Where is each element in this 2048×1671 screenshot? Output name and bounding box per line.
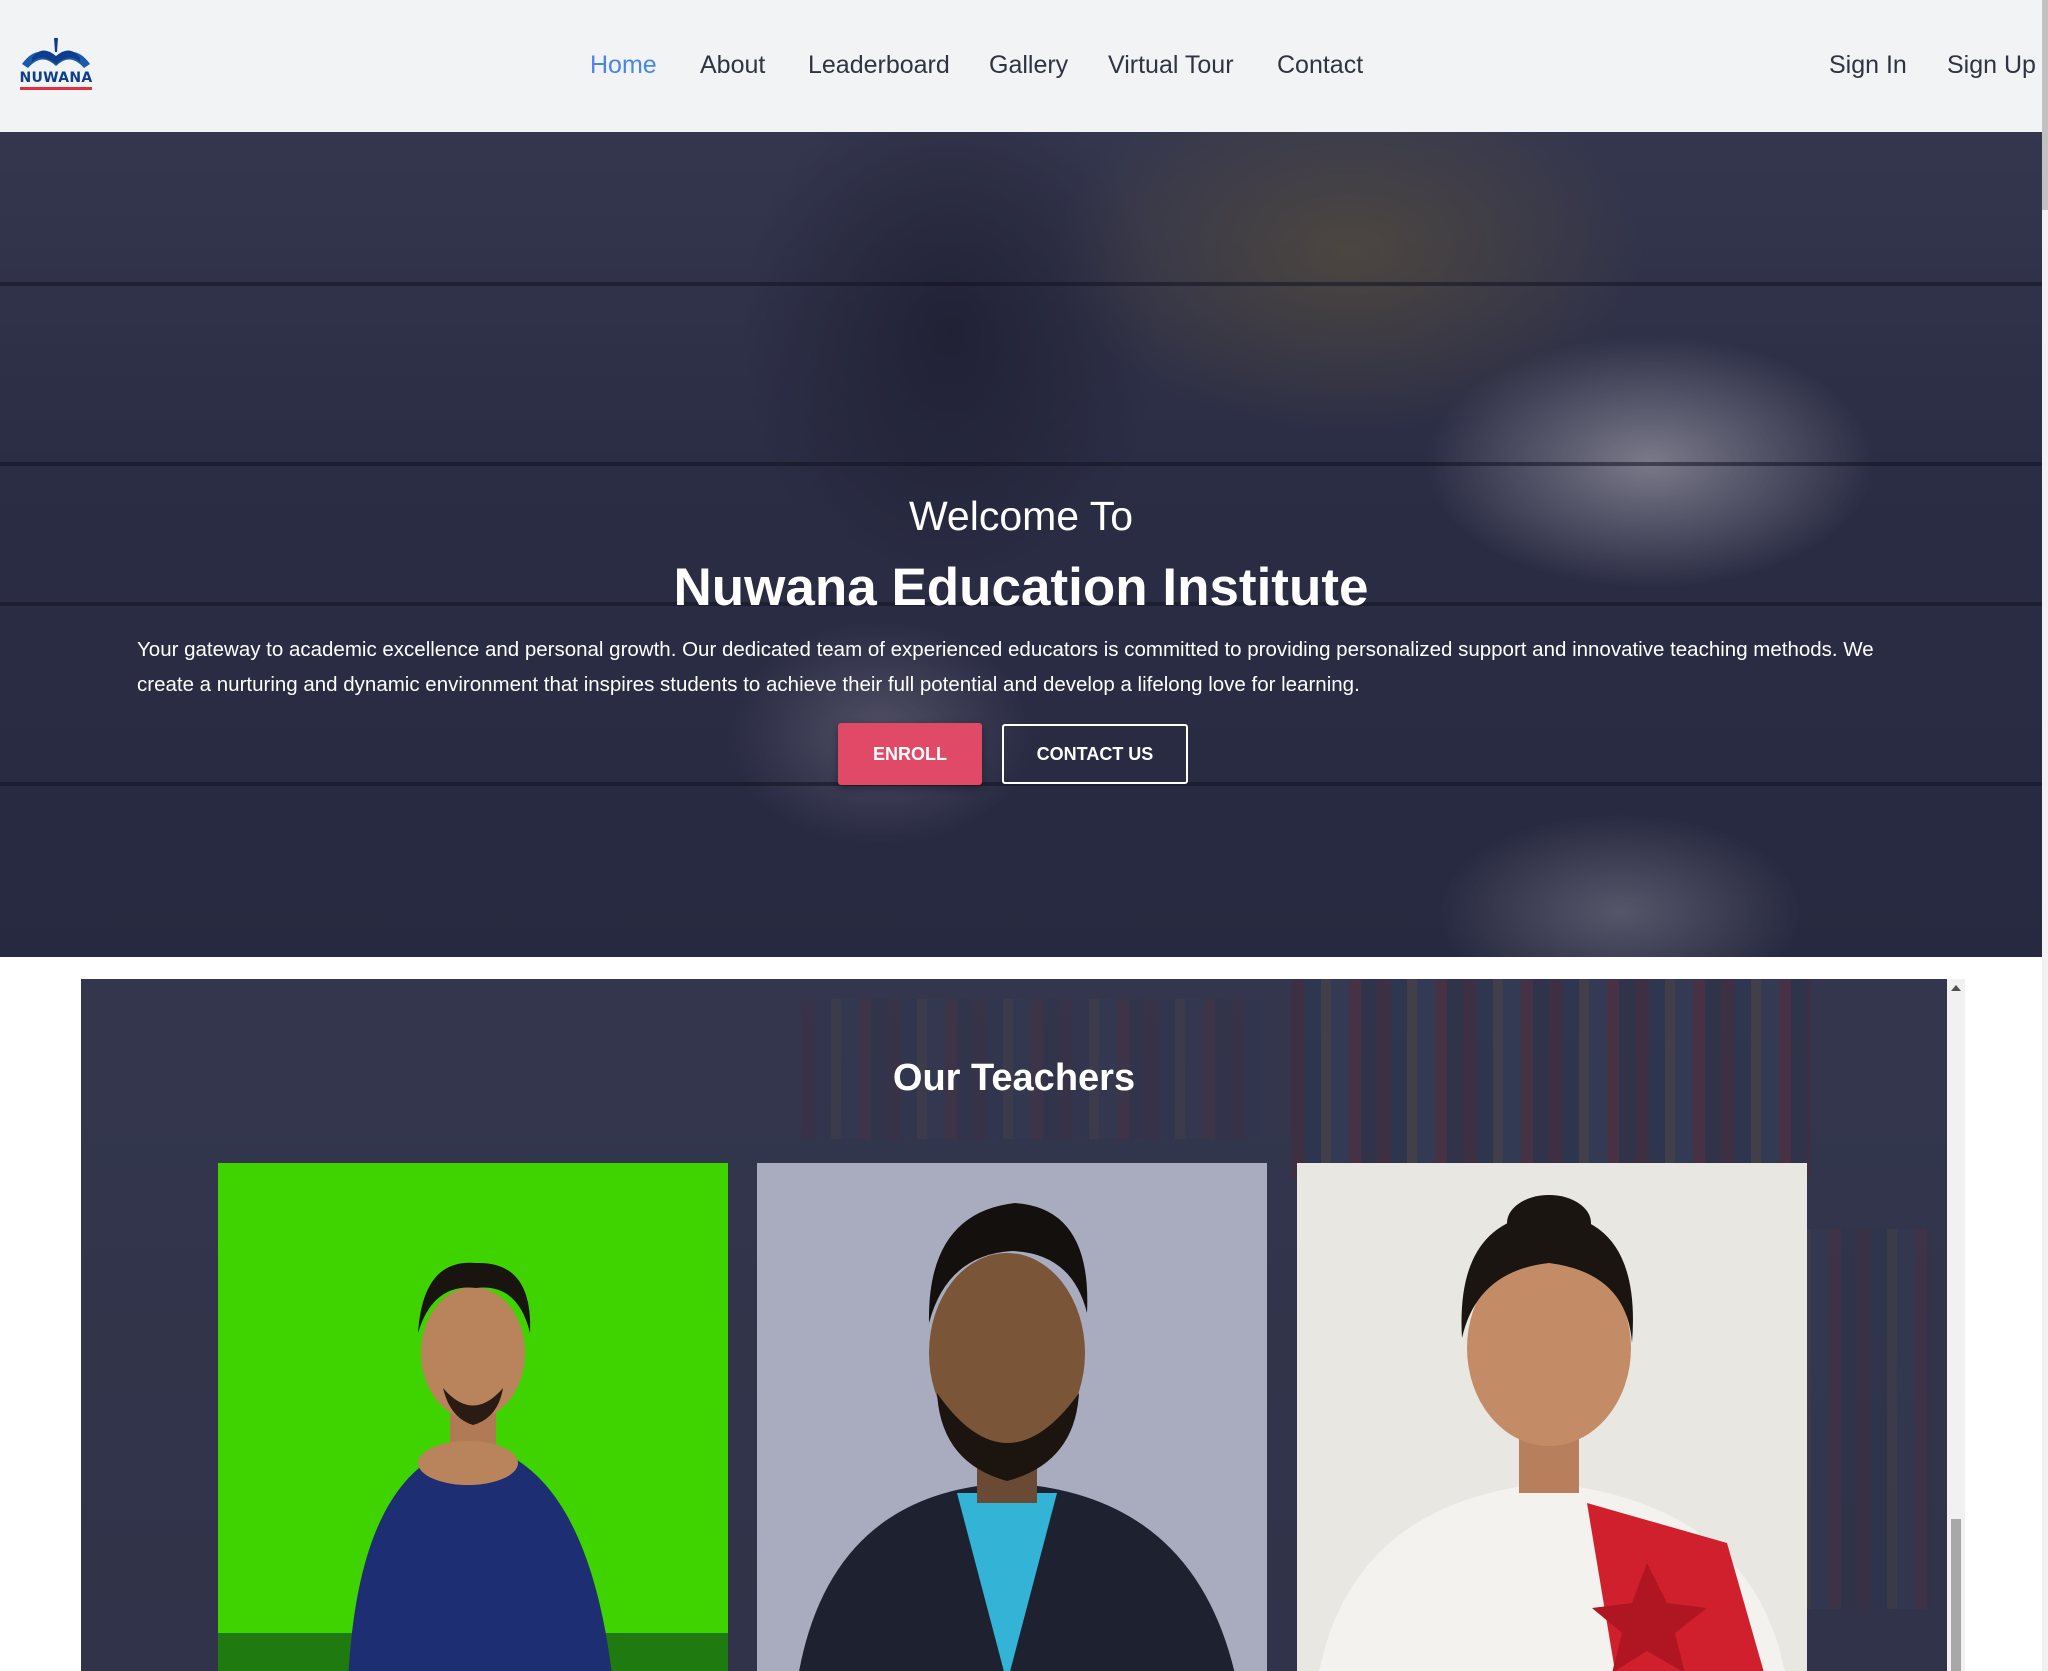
contact-us-button[interactable]: CONTACT US <box>1002 724 1188 784</box>
teacher-photo <box>1297 1163 1807 1671</box>
enroll-button[interactable]: ENROLL <box>838 723 982 785</box>
nav-leaderboard[interactable]: Leaderboard <box>808 50 950 80</box>
page-scrollbar-thumb[interactable] <box>2042 0 2048 210</box>
teacher-photo <box>757 1163 1267 1671</box>
nav-virtual-tour[interactable]: Virtual Tour <box>1108 50 1234 80</box>
scrollbar-thumb[interactable] <box>1951 1519 1961 1671</box>
sign-up-link[interactable]: Sign Up <box>1947 50 2036 80</box>
nav-about[interactable]: About <box>700 50 765 80</box>
sign-in-link[interactable]: Sign In <box>1829 50 1907 80</box>
teacher-card[interactable] <box>1297 1163 1807 1671</box>
site-header: NUWANA Home About Leaderboard Gallery Vi… <box>0 0 2042 132</box>
hero-welcome-text: Welcome To <box>908 493 1134 539</box>
hero-section: Welcome To Nuwana Education Institute Yo… <box>0 132 2042 957</box>
teacher-card[interactable] <box>218 1163 728 1671</box>
main-nav: Home About Leaderboard Gallery Virtual T… <box>0 0 2042 132</box>
hero-content: Welcome To Nuwana Education Institute Yo… <box>0 132 2042 957</box>
teachers-title: Our Teachers <box>892 1057 1136 1099</box>
nav-gallery[interactable]: Gallery <box>989 50 1068 80</box>
hero-description: Your gateway to academic excellence and … <box>137 638 1874 696</box>
teachers-section[interactable]: Our Teachers <box>81 979 1947 1671</box>
teacher-photo <box>218 1163 728 1671</box>
teachers-scrollbar[interactable] <box>1947 979 1965 1671</box>
scroll-up-arrow-icon[interactable] <box>1951 985 1961 991</box>
nav-contact[interactable]: Contact <box>1277 50 1363 80</box>
hero-title: Nuwana Education Institute <box>673 558 1369 617</box>
teacher-card[interactable] <box>757 1163 1267 1671</box>
page-scrollbar[interactable] <box>2042 0 2048 1671</box>
nav-home[interactable]: Home <box>590 50 657 80</box>
